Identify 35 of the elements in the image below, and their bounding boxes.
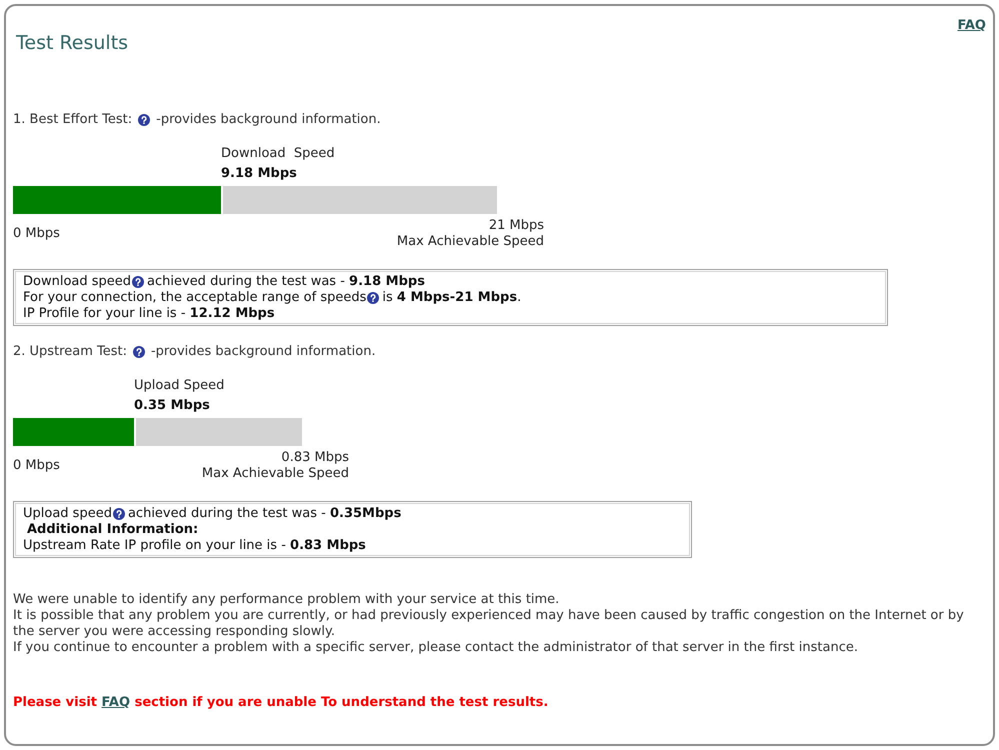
gauge-label: Download Speed <box>221 145 335 163</box>
faq-link[interactable]: FAQ <box>957 18 986 34</box>
summary-text: Upload speed <box>23 506 112 522</box>
gauge-reading: 9.18 Mbps <box>221 165 297 183</box>
test-heading: 2. Upstream Test: <box>13 344 127 360</box>
scale-max-caption: Max Achievable Speed <box>396 234 544 250</box>
help-icon[interactable] <box>138 114 150 126</box>
scale-min-label: 0 Mbps <box>13 458 60 474</box>
scale-max-reading: 0.83 Mbps <box>281 450 349 466</box>
summary-text: IP Profile for your line is - 12.12 Mbps <box>23 306 275 322</box>
scale-max-reading: 21 Mbps <box>488 218 544 234</box>
info-paragraph: It is possible that any problem you are currently, or had previously experienced may have been caused by traffic congestion on the Internet or by the server you were accessing responding slowly. <box>13 608 965 640</box>
test-description: -provides background information. <box>156 112 381 128</box>
summary-text: For your connection, the acceptable range of speeds <box>23 290 366 306</box>
help-icon[interactable] <box>367 292 380 304</box>
gauge-label: Upload Speed <box>134 377 224 395</box>
summary-text: Upstream Rate IP profile on your line is - 0.83 Mbps <box>23 538 366 554</box>
summary-text: achieved during the test was - 9.18 Mbps <box>147 274 425 290</box>
test-description: -provides background information. <box>150 344 376 360</box>
page-title: Test Results <box>16 31 128 55</box>
summary-text: is 4 Mbps-21 Mbps. <box>382 290 522 306</box>
summary-heading: Additional Information: <box>26 522 198 538</box>
summary-text: achieved during the test was - 0.35Mbps <box>128 506 402 522</box>
summary-text: Download speed <box>23 274 132 290</box>
faq-notice: Please visit FAQ section if you are unable To understand the test results. <box>13 695 550 711</box>
help-icon[interactable] <box>132 346 145 358</box>
scale-max-caption: Max Achievable Speed <box>202 466 349 482</box>
scale-min-label: 0 Mbps <box>13 226 60 242</box>
info-paragraph: We were unable to identify any performance problem with your service at this time. <box>13 592 560 608</box>
help-icon[interactable] <box>132 276 144 288</box>
info-paragraph: If you continue to encounter a problem with a specific server, please contact the administrator of that server in the first instance. <box>13 640 859 656</box>
help-icon[interactable] <box>112 508 125 520</box>
faq-link[interactable]: FAQ <box>102 695 130 710</box>
test-heading: 1. Best Effort Test: <box>13 112 132 128</box>
gauge-reading: 0.35 Mbps <box>134 397 210 415</box>
